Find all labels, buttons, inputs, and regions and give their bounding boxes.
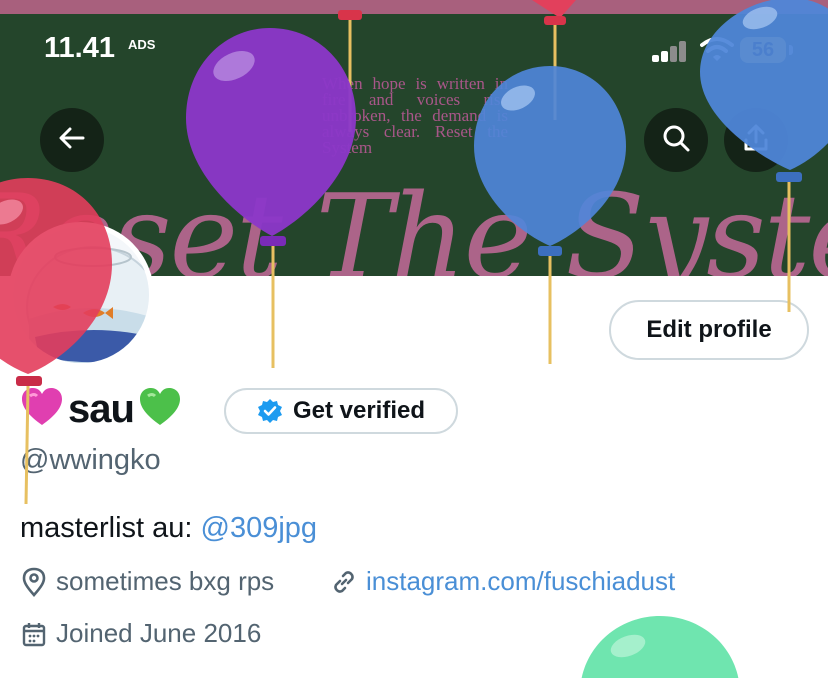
banner-poem-text: When hope is written in fire and voices … bbox=[322, 74, 508, 157]
wifi-icon bbox=[700, 36, 734, 67]
user-handle: @wwingko bbox=[20, 444, 161, 476]
verified-badge-icon bbox=[257, 398, 283, 424]
battery-icon: 56 bbox=[740, 37, 786, 63]
signal-icon bbox=[652, 40, 690, 62]
fishbowl-avatar-image bbox=[13, 227, 149, 363]
location-pin-icon bbox=[20, 567, 48, 597]
display-name-row: sau bbox=[20, 384, 182, 434]
joined-row: Joined June 2016 bbox=[20, 618, 261, 649]
search-icon bbox=[661, 123, 691, 158]
location-text: sometimes bxg rps bbox=[56, 566, 275, 596]
location-row: sometimes bxg rps bbox=[20, 566, 274, 597]
carrier-badge: ADS bbox=[128, 37, 156, 52]
display-name: sau bbox=[68, 386, 135, 431]
banner-top-strip bbox=[0, 0, 828, 14]
get-verified-button[interactable]: Get verified bbox=[224, 388, 458, 434]
website-link[interactable]: instagram.com/fuschiadust bbox=[366, 566, 675, 597]
calendar-icon bbox=[20, 620, 48, 648]
back-arrow-icon bbox=[57, 123, 87, 158]
share-icon bbox=[741, 123, 771, 158]
share-button[interactable] bbox=[724, 108, 788, 172]
bio-mention-link[interactable]: @309jpg bbox=[201, 512, 318, 544]
get-verified-label: Get verified bbox=[292, 397, 426, 424]
bio-text: masterlist au: bbox=[20, 512, 193, 544]
website-row: instagram.com/fuschiadust bbox=[330, 566, 675, 597]
joined-text: Joined June 2016 bbox=[56, 618, 262, 648]
edit-profile-button[interactable]: Edit profile bbox=[609, 300, 809, 360]
avatar[interactable] bbox=[8, 222, 154, 368]
back-button[interactable] bbox=[40, 108, 104, 172]
pink-heart-emoji bbox=[20, 387, 64, 432]
green-heart-emoji bbox=[138, 387, 182, 432]
bio: masterlist au: @309jpg bbox=[20, 512, 317, 545]
battery-nub bbox=[789, 45, 793, 55]
link-icon bbox=[330, 568, 358, 596]
status-time: 11.41 bbox=[44, 32, 115, 64]
green-balloon-bottom bbox=[581, 616, 739, 678]
search-button[interactable] bbox=[644, 108, 708, 172]
